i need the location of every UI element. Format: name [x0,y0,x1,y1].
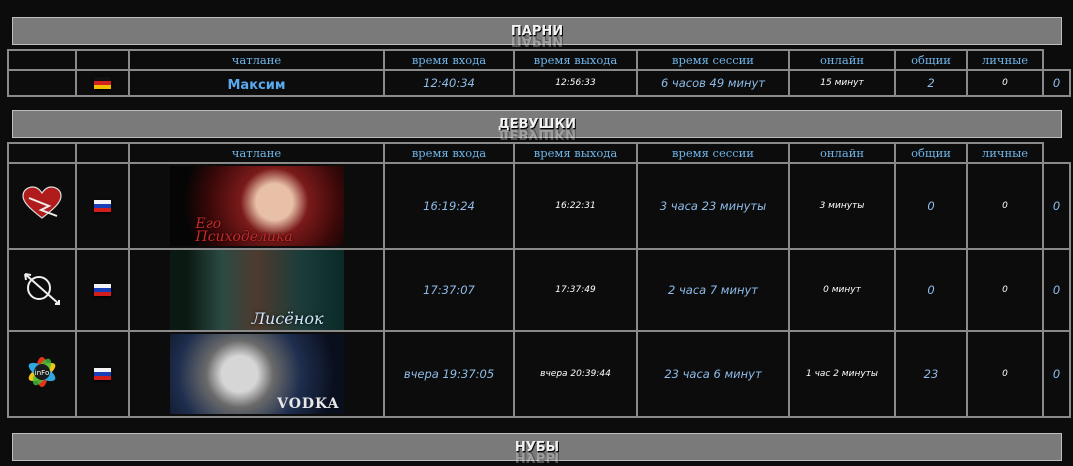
extra-count: 0 [1042,69,1071,97]
table-header-row: чатлане время входа время выхода время с… [7,142,1070,164]
chat-users-page: ПАРНИ ПАРНИ чатлане время входа время вы… [0,0,1073,466]
banner-caption: VODKA [277,396,340,412]
svg-text:inFo: inFo [35,369,49,377]
header-online: онлайн [788,142,896,164]
public-count: 0 [894,162,968,250]
session-time: 2 часа 7 минут [636,248,790,332]
header-avatar [7,49,77,71]
heart-icon[interactable] [19,184,65,224]
logout-time: 17:37:49 [513,248,638,332]
user-banner[interactable]: VODKA [169,334,344,414]
guys-table: чатлане время входа время выхода время с… [7,49,1071,97]
header-blank [1042,143,1070,164]
header-blank [1042,50,1070,71]
login-time: 12:40:34 [383,69,515,97]
header-public-messages: общии [894,49,968,71]
user-banner[interactable]: Лисёнок [169,251,344,329]
header-online: онлайн [788,49,896,71]
banner-caption: Его Психоделика [195,216,293,245]
avatar-cell[interactable] [7,162,77,250]
table-row: Максим 12:40:34 12:56:33 6 часов 49 мину… [7,69,1071,97]
flag-russia-icon [94,199,111,212]
login-time: вчера 19:37:05 [383,330,515,418]
table-row: Его Психоделика 16:19:24 16:22:31 3 часа… [7,162,1071,250]
section-header-girls: ДЕВУШКИ ДЕВУШКИ [12,110,1062,141]
private-count: 0 [966,162,1044,250]
avatar-cell [7,69,77,97]
header-flag [75,142,130,164]
online-time: 0 минут [788,248,896,332]
flag-russia-icon [94,367,111,380]
user-cell[interactable]: Лисёнок [128,248,385,332]
section-title-girls: ДЕВУШКИ [498,116,576,132]
header-login-time: время входа [383,49,515,71]
extra-count: 0 [1042,162,1071,250]
header-users: чатлане [128,142,385,164]
arrow-icon[interactable] [19,266,65,310]
logout-time: 12:56:33 [513,69,638,97]
avatar-cell[interactable] [7,248,77,332]
girls-table: чатлане время входа время выхода время с… [7,142,1071,418]
header-flag [75,49,130,71]
table-header-row: чатлане время входа время выхода время с… [7,49,1070,71]
user-cell[interactable]: Максим [128,69,385,97]
logout-time: 16:22:31 [513,162,638,250]
header-login-time: время входа [383,142,515,164]
banner-caption: Лисёнок [251,309,324,328]
info-icon[interactable]: inFo [19,349,65,395]
private-count: 0 [966,248,1044,332]
section-header-noobs: НУБЫ НУБЫ [12,433,1062,464]
flag-russia-icon [94,283,111,296]
user-cell[interactable]: Его Психоделика [128,162,385,250]
section-header-guys: ПАРНИ ПАРНИ [12,17,1062,48]
flag-germany-icon [94,76,111,89]
header-private-messages: личные [966,49,1044,71]
header-public-messages: общии [894,142,968,164]
session-time: 23 часа 6 минут [636,330,790,418]
section-title-guys: ПАРНИ [510,23,564,39]
table-row: inFo VODKA вчера 19:37:05 вчера 20:39:44… [7,330,1071,418]
login-time: 17:37:07 [383,248,515,332]
table-row: Лисёнок 17:37:07 17:37:49 2 часа 7 минут… [7,248,1071,332]
logout-time: вчера 20:39:44 [513,330,638,418]
public-count: 2 [894,69,968,97]
flag-cell [75,69,130,97]
online-time: 15 минут [788,69,896,97]
header-session-time: время сессии [636,142,790,164]
header-private-messages: личные [966,142,1044,164]
header-logout-time: время выхода [513,142,638,164]
user-cell[interactable]: VODKA [128,330,385,418]
header-session-time: время сессии [636,49,790,71]
header-logout-time: время выхода [513,49,638,71]
session-time: 3 часа 23 минуты [636,162,790,250]
header-avatar [7,142,77,164]
user-banner[interactable]: Его Психоделика [169,166,344,246]
private-count: 0 [966,69,1044,97]
extra-count: 0 [1042,248,1071,332]
session-time: 6 часов 49 минут [636,69,790,97]
login-time: 16:19:24 [383,162,515,250]
avatar-cell[interactable]: inFo [7,330,77,418]
extra-count: 0 [1042,330,1071,418]
public-count: 23 [894,330,968,418]
section-title-noobs: НУБЫ [514,439,560,455]
online-time: 3 минуты [788,162,896,250]
flag-cell [75,330,130,418]
online-time: 1 час 2 минуты [788,330,896,418]
flag-cell [75,248,130,332]
header-users: чатлане [128,49,385,71]
user-name-link[interactable]: Максим [228,78,286,93]
public-count: 0 [894,248,968,332]
private-count: 0 [966,330,1044,418]
flag-cell [75,162,130,250]
